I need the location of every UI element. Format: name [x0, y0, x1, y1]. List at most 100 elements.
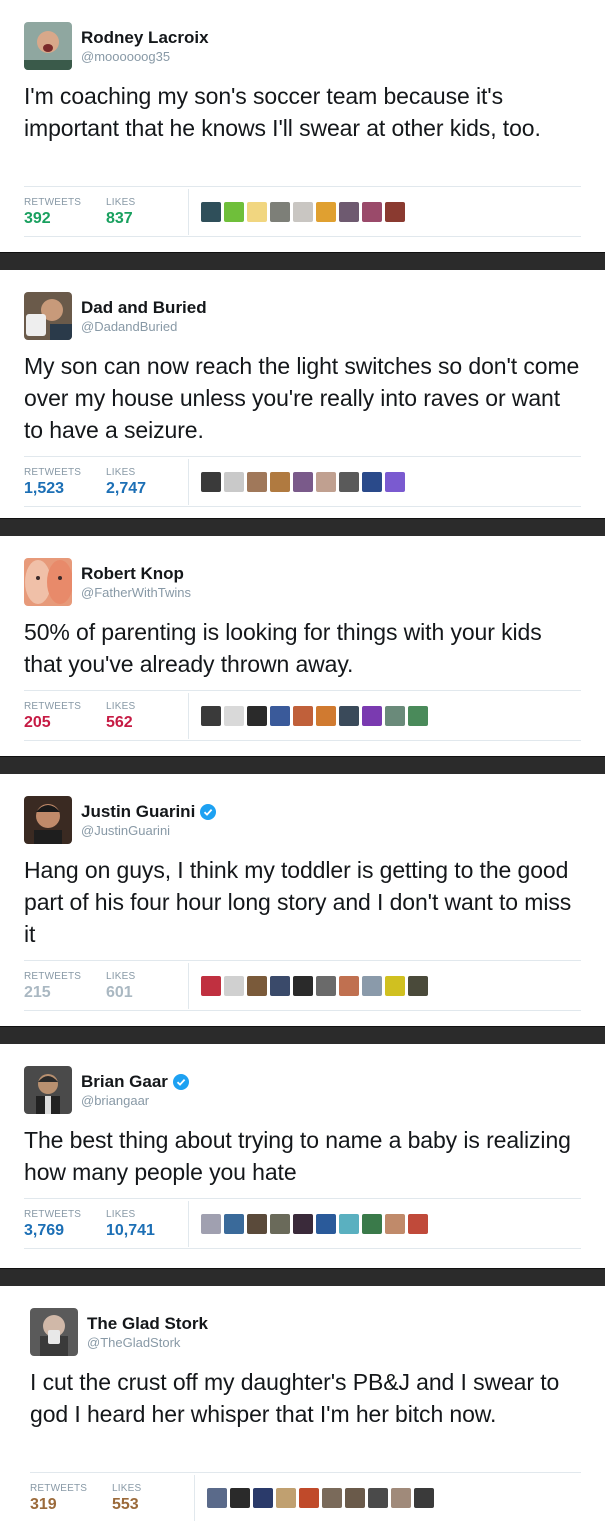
- liker-avatar[interactable]: [362, 201, 382, 222]
- tweet-card[interactable]: Rodney Lacroix @moooooog35 I'm coaching …: [0, 0, 605, 252]
- liker-avatar[interactable]: [385, 975, 405, 996]
- liker-avatar[interactable]: [276, 1487, 296, 1508]
- avatar[interactable]: [24, 1066, 72, 1114]
- liker-avatar[interactable]: [339, 705, 359, 726]
- handle[interactable]: @DadandBuried: [81, 318, 207, 336]
- liker-avatar[interactable]: [339, 975, 359, 996]
- like-count[interactable]: LIKES 562: [106, 698, 188, 733]
- like-count[interactable]: LIKES 2,747: [106, 464, 188, 499]
- verified-badge-icon: [172, 1074, 189, 1090]
- tweet-stats: RETWEETS 1,523 LIKES 2,747: [24, 456, 581, 506]
- liker-avatar[interactable]: [253, 1487, 273, 1508]
- liker-avatar[interactable]: [247, 471, 267, 492]
- liker-avatar[interactable]: [408, 975, 428, 996]
- retweet-count[interactable]: RETWEETS 3,769: [24, 1206, 106, 1241]
- liker-avatar[interactable]: [270, 1213, 290, 1234]
- liker-avatar[interactable]: [201, 201, 221, 222]
- liker-avatar[interactable]: [224, 201, 244, 222]
- liker-avatar[interactable]: [270, 705, 290, 726]
- liker-avatar[interactable]: [362, 705, 382, 726]
- display-name[interactable]: Rodney Lacroix: [81, 28, 209, 48]
- liker-avatar[interactable]: [201, 1213, 221, 1234]
- retweet-count[interactable]: RETWEETS 1,523: [24, 464, 106, 499]
- display-name[interactable]: Robert Knop: [81, 564, 191, 584]
- display-name[interactable]: Dad and Buried: [81, 298, 207, 318]
- liker-avatar[interactable]: [362, 1213, 382, 1234]
- retweet-count[interactable]: RETWEETS 319: [30, 1480, 112, 1515]
- liker-avatar[interactable]: [224, 1213, 244, 1234]
- retweet-count[interactable]: RETWEETS 215: [24, 968, 106, 1003]
- liker-avatar[interactable]: [385, 471, 405, 492]
- tweet-card[interactable]: Dad and Buried @DadandBuried My son can …: [0, 270, 605, 518]
- liker-avatar[interactable]: [293, 201, 313, 222]
- liker-avatar[interactable]: [293, 471, 313, 492]
- liker-avatar[interactable]: [270, 975, 290, 996]
- liker-avatar[interactable]: [391, 1487, 411, 1508]
- tweet-stats: RETWEETS 205 LIKES 562: [24, 690, 581, 740]
- liker-avatar[interactable]: [247, 705, 267, 726]
- liker-avatar[interactable]: [316, 975, 336, 996]
- handle[interactable]: @TheGladStork: [87, 1334, 208, 1352]
- like-count[interactable]: LIKES 553: [112, 1480, 194, 1515]
- liker-avatar[interactable]: [345, 1487, 365, 1508]
- tweet-text: I'm coaching my son's soccer team becaus…: [24, 83, 541, 141]
- liker-avatar[interactable]: [201, 705, 221, 726]
- liker-avatar[interactable]: [201, 975, 221, 996]
- liker-avatar[interactable]: [414, 1487, 434, 1508]
- display-name[interactable]: Justin Guarini: [81, 802, 217, 822]
- liker-avatar[interactable]: [368, 1487, 388, 1508]
- tweet-stats: RETWEETS 3,769 LIKES 10,741: [24, 1198, 581, 1248]
- liker-avatar[interactable]: [339, 1213, 359, 1234]
- liker-avatar[interactable]: [322, 1487, 342, 1508]
- handle[interactable]: @FatherWithTwins: [81, 584, 191, 602]
- liker-avatar[interactable]: [230, 1487, 250, 1508]
- liker-avatar[interactable]: [224, 975, 244, 996]
- liker-avatar[interactable]: [224, 705, 244, 726]
- liker-avatar[interactable]: [316, 705, 336, 726]
- liker-avatar[interactable]: [316, 201, 336, 222]
- avatar[interactable]: [30, 1308, 78, 1356]
- liker-avatar[interactable]: [247, 1213, 267, 1234]
- liker-avatar[interactable]: [408, 1213, 428, 1234]
- liker-avatar[interactable]: [247, 201, 267, 222]
- liker-avatar[interactable]: [293, 705, 313, 726]
- retweet-count[interactable]: RETWEETS 392: [24, 194, 106, 229]
- avatar[interactable]: [24, 22, 72, 70]
- liker-avatar[interactable]: [362, 471, 382, 492]
- avatar[interactable]: [24, 558, 72, 606]
- liker-avatar[interactable]: [385, 201, 405, 222]
- liker-avatar[interactable]: [293, 1213, 313, 1234]
- liker-avatar[interactable]: [339, 471, 359, 492]
- like-count[interactable]: LIKES 601: [106, 968, 188, 1003]
- liker-avatar[interactable]: [293, 975, 313, 996]
- handle[interactable]: @moooooog35: [81, 48, 209, 66]
- display-name[interactable]: The Glad Stork: [87, 1314, 208, 1334]
- liker-avatar[interactable]: [339, 201, 359, 222]
- like-count[interactable]: LIKES 837: [106, 194, 188, 229]
- liker-avatar[interactable]: [362, 975, 382, 996]
- like-count[interactable]: LIKES 10,741: [106, 1206, 188, 1241]
- liker-avatar[interactable]: [316, 1213, 336, 1234]
- retweet-count[interactable]: RETWEETS 205: [24, 698, 106, 733]
- liker-avatar[interactable]: [299, 1487, 319, 1508]
- liker-avatar[interactable]: [247, 975, 267, 996]
- handle[interactable]: @briangaar: [81, 1092, 189, 1110]
- liker-avatar[interactable]: [385, 1213, 405, 1234]
- handle[interactable]: @JustinGuarini: [81, 822, 216, 840]
- avatar[interactable]: [24, 796, 72, 844]
- tweet-card[interactable]: Justin Guarini @JustinGuarini Hang on gu…: [0, 774, 605, 1026]
- liker-avatar[interactable]: [224, 471, 244, 492]
- liker-avatar[interactable]: [270, 201, 290, 222]
- liker-avatar[interactable]: [270, 471, 290, 492]
- display-name[interactable]: Brian Gaar: [81, 1072, 189, 1092]
- separator: [0, 1268, 605, 1286]
- tweet-card[interactable]: Brian Gaar @briangaar The best thing abo…: [0, 1044, 605, 1268]
- tweet-card[interactable]: Robert Knop @FatherWithTwins 50% of pare…: [0, 536, 605, 756]
- liker-avatar[interactable]: [408, 705, 428, 726]
- liker-avatar[interactable]: [316, 471, 336, 492]
- liker-avatar[interactable]: [207, 1487, 227, 1508]
- tweet-card[interactable]: The Glad Stork @TheGladStork I cut the c…: [0, 1286, 605, 1540]
- avatar[interactable]: [24, 292, 72, 340]
- liker-avatar[interactable]: [385, 705, 405, 726]
- liker-avatar[interactable]: [201, 471, 221, 492]
